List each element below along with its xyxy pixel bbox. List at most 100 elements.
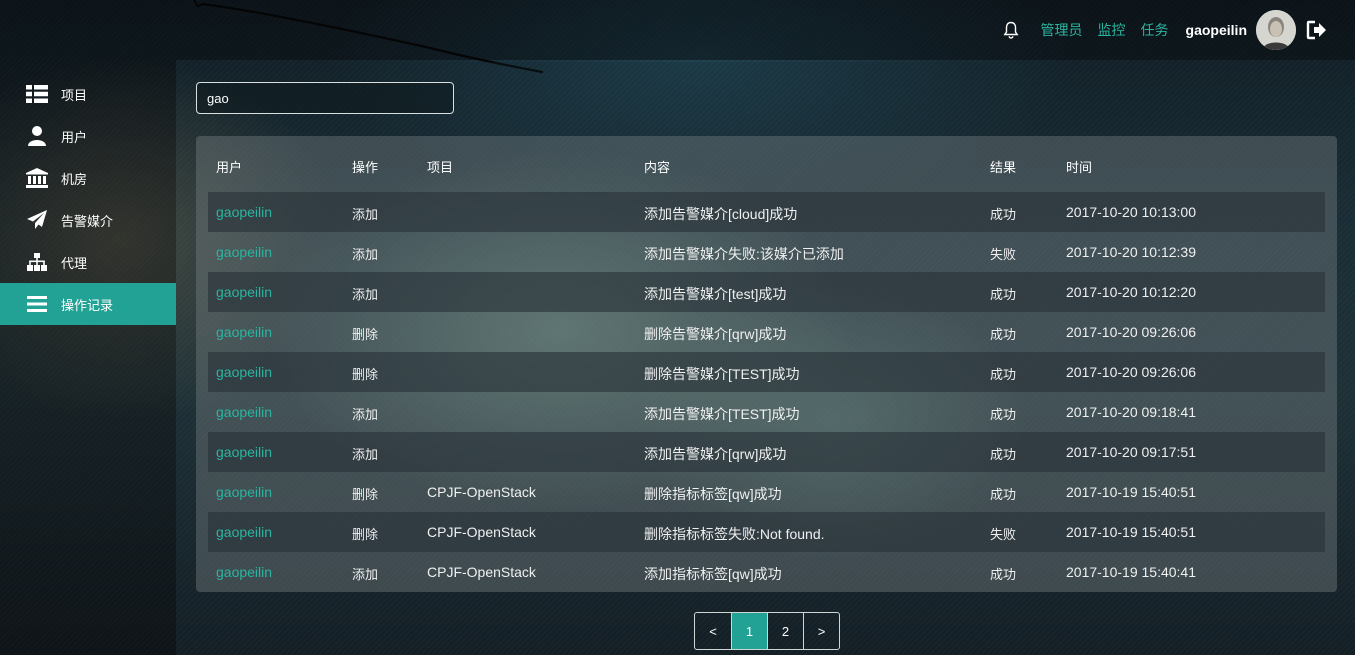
sidebar-item-users[interactable]: 用户: [0, 115, 176, 157]
row-user-link[interactable]: gaopeilin: [216, 524, 272, 540]
bars-icon: [26, 294, 48, 314]
row-time: 2017-10-20 09:26:06: [1066, 364, 1196, 380]
row-result: 成功: [990, 447, 1017, 462]
row-content: 删除告警媒介[TEST]成功: [644, 366, 800, 382]
row-user-link[interactable]: gaopeilin: [216, 284, 272, 300]
row-user-link[interactable]: gaopeilin: [216, 484, 272, 500]
row-result: 成功: [990, 327, 1017, 342]
sidebar-item-label: 项目: [61, 87, 88, 103]
table-row: gaopeilin 添加 添加告警媒介失败:该媒介已添加 失败 2017-10-…: [208, 232, 1325, 272]
admin-link[interactable]: 管理员: [1041, 20, 1083, 40]
row-operation: 删除: [352, 527, 379, 542]
row-time: 2017-10-19 15:40:51: [1066, 484, 1196, 500]
operation-log-table: 用户 操作 项目 内容 结果 时间 gaopeilin 添加 添加告警媒介[cl…: [196, 136, 1337, 592]
row-result: 成功: [990, 207, 1017, 222]
table-row: gaopeilin 添加 CPJF-OpenStack 添加指标标签[qw]成功…: [208, 552, 1325, 592]
sidebar-item-operation-log[interactable]: 操作记录: [0, 283, 176, 325]
table-row: gaopeilin 删除 删除告警媒介[TEST]成功 成功 2017-10-2…: [208, 352, 1325, 392]
column-header-operation: 操作: [352, 160, 379, 175]
row-result: 失败: [990, 247, 1017, 262]
row-user-link[interactable]: gaopeilin: [216, 564, 272, 580]
table-list-icon: [26, 84, 48, 104]
row-operation: 删除: [352, 367, 379, 382]
sidebar-item-label: 代理: [61, 255, 88, 271]
row-operation: 添加: [352, 407, 379, 422]
column-header-content: 内容: [644, 160, 671, 175]
task-link[interactable]: 任务: [1141, 20, 1169, 40]
row-user-link[interactable]: gaopeilin: [216, 324, 272, 340]
sidebar-item-label: 操作记录: [61, 297, 114, 313]
sidebar-item-projects[interactable]: 项目: [0, 73, 176, 115]
user-icon: [26, 126, 48, 146]
sidebar-item-label: 机房: [61, 171, 88, 187]
column-header-result: 结果: [990, 160, 1017, 175]
table-row: gaopeilin 添加 添加告警媒介[qrw]成功 成功 2017-10-20…: [208, 432, 1325, 472]
row-time: 2017-10-20 09:17:51: [1066, 444, 1196, 460]
row-result: 成功: [990, 287, 1017, 302]
username[interactable]: gaopeilin: [1186, 22, 1247, 38]
logout-icon[interactable]: [1306, 20, 1328, 40]
row-time: 2017-10-20 10:13:00: [1066, 204, 1196, 220]
row-result: 成功: [990, 407, 1017, 422]
row-project: CPJF-OpenStack: [427, 564, 536, 580]
monitor-link[interactable]: 监控: [1098, 20, 1126, 40]
row-content: 添加告警媒介失败:该媒介已添加: [644, 246, 844, 262]
pagination-page-1[interactable]: 1: [731, 613, 767, 649]
table-row: gaopeilin 删除 CPJF-OpenStack 删除指标标签[qw]成功…: [208, 472, 1325, 512]
table-row: gaopeilin 添加 添加告警媒介[cloud]成功 成功 2017-10-…: [208, 192, 1325, 232]
row-time: 2017-10-19 15:40:51: [1066, 524, 1196, 540]
search-input[interactable]: [196, 82, 454, 114]
row-time: 2017-10-19 15:40:41: [1066, 564, 1196, 580]
row-project: CPJF-OpenStack: [427, 524, 536, 540]
table-row: gaopeilin 添加 添加告警媒介[test]成功 成功 2017-10-2…: [208, 272, 1325, 312]
sidebar-item-datacenter[interactable]: 机房: [0, 157, 176, 199]
row-content: 添加告警媒介[TEST]成功: [644, 406, 800, 422]
row-operation: 添加: [352, 447, 379, 462]
row-time: 2017-10-20 10:12:39: [1066, 244, 1196, 260]
row-content: 添加告警媒介[qrw]成功: [644, 446, 787, 462]
sidebar-item-label: 告警媒介: [61, 213, 114, 229]
table-row: gaopeilin 添加 添加告警媒介[TEST]成功 成功 2017-10-2…: [208, 392, 1325, 432]
column-header-user: 用户: [216, 160, 243, 175]
sidebar-item-alert-media[interactable]: 告警媒介: [0, 199, 176, 241]
row-content: 添加告警媒介[cloud]成功: [644, 206, 798, 222]
row-project: CPJF-OpenStack: [427, 484, 536, 500]
bell-icon[interactable]: [1003, 21, 1019, 39]
row-content: 添加告警媒介[test]成功: [644, 286, 787, 302]
row-user-link[interactable]: gaopeilin: [216, 444, 272, 460]
bank-icon: [26, 168, 48, 188]
row-user-link[interactable]: gaopeilin: [216, 204, 272, 220]
row-content: 删除指标标签[qw]成功: [644, 486, 782, 502]
sidebar-item-proxy[interactable]: 代理: [0, 241, 176, 283]
row-content: 删除告警媒介[qrw]成功: [644, 326, 787, 342]
avatar[interactable]: [1256, 10, 1296, 50]
pagination-page-2[interactable]: 2: [767, 613, 803, 649]
row-operation: 添加: [352, 247, 379, 262]
row-user-link[interactable]: gaopeilin: [216, 364, 272, 380]
row-time: 2017-10-20 09:18:41: [1066, 404, 1196, 420]
column-header-time: 时间: [1066, 160, 1093, 175]
row-result: 失败: [990, 527, 1017, 542]
row-time: 2017-10-20 09:26:06: [1066, 324, 1196, 340]
row-time: 2017-10-20 10:12:20: [1066, 284, 1196, 300]
row-result: 成功: [990, 367, 1017, 382]
row-result: 成功: [990, 487, 1017, 502]
row-result: 成功: [990, 567, 1017, 582]
table-header: 用户 操作 项目 内容 结果 时间: [196, 136, 1337, 192]
pagination: < 1 2 >: [694, 612, 840, 650]
row-operation: 添加: [352, 567, 379, 582]
table-row: gaopeilin 删除 CPJF-OpenStack 删除指标标签失败:Not…: [208, 512, 1325, 552]
row-content: 添加指标标签[qw]成功: [644, 566, 782, 582]
row-user-link[interactable]: gaopeilin: [216, 244, 272, 260]
row-operation: 删除: [352, 487, 379, 502]
sidebar-item-label: 用户: [61, 129, 88, 145]
pagination-prev-button[interactable]: <: [695, 613, 731, 649]
sitemap-icon: [26, 252, 48, 272]
row-user-link[interactable]: gaopeilin: [216, 404, 272, 420]
top-bar: 管理员 监控 任务 gaopeilin: [0, 0, 1355, 74]
row-operation: 添加: [352, 207, 379, 222]
pagination-next-button[interactable]: >: [803, 613, 839, 649]
row-operation: 添加: [352, 287, 379, 302]
paper-plane-icon: [26, 210, 48, 230]
column-header-project: 项目: [427, 160, 454, 175]
